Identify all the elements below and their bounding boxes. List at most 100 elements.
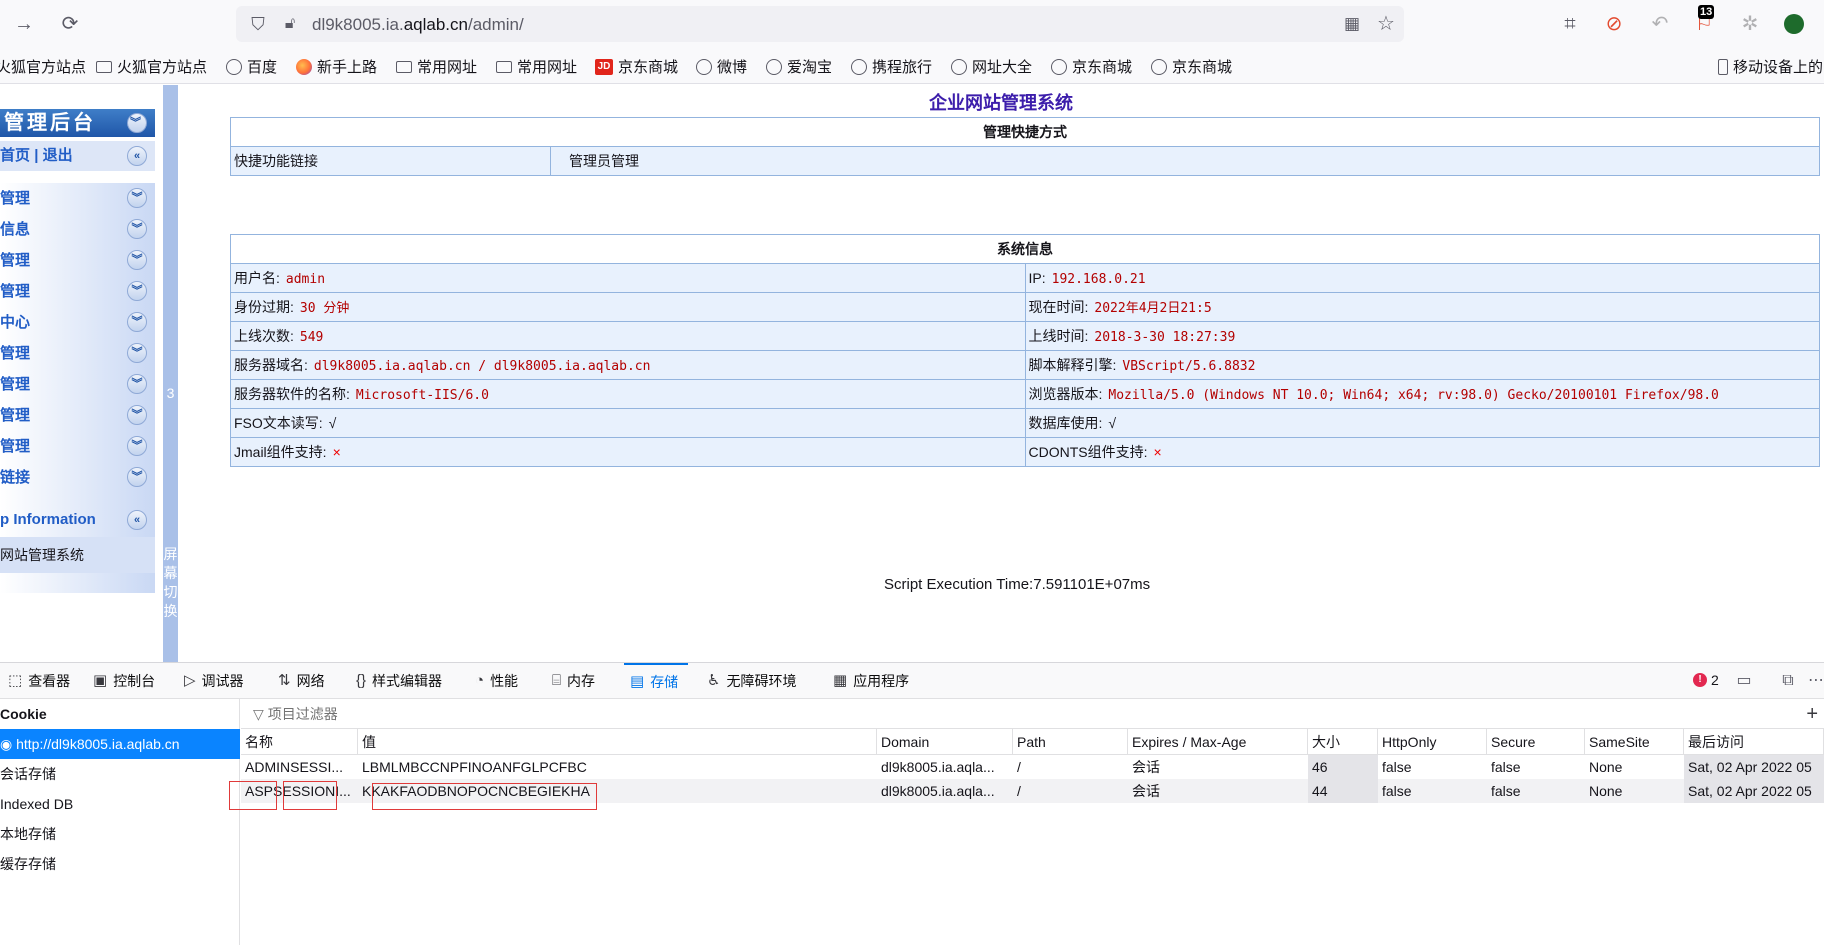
sidebar-menu-item[interactable]: 信息 ︾ [0,214,155,245]
logout-link[interactable]: 退出 [43,147,73,164]
filter-input[interactable]: 项目过滤器 [268,706,338,722]
bookmark-item[interactable]: 爱淘宝 [766,56,832,77]
bookmark-item[interactable]: 携程旅行 [851,56,932,77]
column-header[interactable]: Secure [1487,729,1585,755]
table-row[interactable]: ADMINSESSI... LBMLMBCCNPFINOANFGLPCFBC dl9… [241,755,1824,779]
devtools-tab[interactable]: ⇅ 网络 [278,663,325,699]
collapse-left-icon[interactable]: « [127,510,147,530]
sidebar-menu-item[interactable]: 管理 ︾ [0,183,155,214]
sidebar-menu-item[interactable]: 管理 ︾ [0,276,155,307]
devtools-tab[interactable]: ⌸ 内存 [552,663,595,699]
bookmark-item[interactable]: 常用网址 [396,56,477,77]
dock-icon[interactable]: ⧉ [1776,669,1800,693]
add-item-icon[interactable]: + [1806,699,1818,729]
column-header[interactable]: Path [1013,729,1128,755]
bookmark-item[interactable]: 新手上路 [296,56,377,77]
bookmark-item[interactable]: 京东商城 [1151,56,1232,77]
collapse-icon[interactable]: ︾ [127,113,147,133]
tree-item[interactable]: 本地存储 [0,819,240,849]
frame-splitter[interactable]: 3 屏 幕 切 换 [163,85,178,662]
devtools-tab[interactable]: ◔ 性能 [475,663,518,699]
sidebar-menu-item[interactable]: 链接 ︾ [0,462,155,493]
column-header[interactable]: 最后访问 [1684,729,1824,755]
admin-manage-link[interactable]: 管理员管理 [550,146,1820,176]
expand-icon[interactable]: ︾ [127,312,147,332]
error-counter[interactable]: ! 2 [1693,672,1719,688]
sidebar-quicklinks: 首页 | 退出 « [0,141,155,171]
reload-icon[interactable]: ⟳ [58,12,82,36]
sidebar-menu-item[interactable]: 管理 ︾ [0,431,155,462]
column-header[interactable]: Domain [877,729,1013,755]
page-content: 管理后台 ︾ 首页 | 退出 « 管理 ︾ 信息 ︾ 管理 ︾ 管理 ︾ 中心 ︾ 管理 ︾ 管理 ︾ 管理 ︾… [0,85,1824,662]
devtools-tab[interactable]: ♿︎ 无障碍环境 [707,663,796,699]
url-bar[interactable]: ⛉ 🔓︎ dl9k8005.ia.aqlab.cn/admin/ ▦ ☆ [236,6,1404,42]
expand-icon[interactable]: ︾ [127,250,147,270]
column-header[interactable]: HttpOnly [1378,729,1487,755]
expand-icon[interactable]: ︾ [127,405,147,425]
column-header[interactable]: 值 [358,729,877,755]
expand-icon[interactable]: ︾ [127,219,147,239]
devtools-tabs: ⬚ 查看器 ▣ 控制台 ▷ 调试器 ⇅ 网络 {} 样式编辑器 ◔ 性能 ⌸ 内存 ▤ 存储 ♿︎ 无障碍环境 ▦ 应… [0,663,1824,699]
shield-icon[interactable]: ⛉ [246,12,270,36]
bookmark-item[interactable]: 百度 [226,56,277,77]
bookmark-item[interactable]: 火狐官方站点 [0,56,86,77]
more-options-icon[interactable]: ⋯ [1804,669,1824,693]
column-header[interactable]: SameSite [1585,729,1684,755]
tree-item[interactable]: ◉ http://dl9k8005.ia.aqlab.cn [0,729,240,759]
devtools-tab[interactable]: {} 样式编辑器 [356,663,442,699]
bookmark-item[interactable]: 网址大全 [951,56,1032,77]
tree-item[interactable]: 会话存储 [0,759,240,789]
expand-icon[interactable]: ︾ [127,281,147,301]
sidebar-menu-item[interactable]: 管理 ︾ [0,369,155,400]
collapse-left-icon[interactable]: « [127,146,147,166]
mobile-bookmarks[interactable]: 移动设备上的 [1718,56,1823,77]
sidebar-menu-item[interactable]: 管理 ︾ [0,400,155,431]
column-header[interactable]: 名称 [241,729,358,755]
filter-bar[interactable]: ▽ 项目过滤器 + [241,699,1824,729]
crop-icon[interactable]: ⌗ [1558,12,1582,36]
profile-avatar-icon[interactable] [1782,12,1806,36]
devtools-tab[interactable]: ▤ 存储 [624,663,689,699]
url-path: /admin/ [467,15,524,34]
split-console-icon[interactable]: ▭ [1732,669,1756,693]
home-link[interactable]: 首页 [0,147,30,164]
forward-icon[interactable]: → [12,12,36,36]
bookmark-label: 携程旅行 [872,59,933,76]
insecure-lock-icon[interactable]: 🔓︎ [278,12,302,36]
expand-icon[interactable]: ︾ [127,467,147,487]
column-header[interactable]: Expires / Max-Age [1128,729,1308,755]
splitter-label: 屏 幕 切 换 [163,545,178,621]
sidebar-menu-item[interactable]: 管理 ︾ [0,245,155,276]
tree-item[interactable]: 缓存存储 [0,849,240,879]
blocked-icon[interactable]: ⊘ [1602,12,1626,36]
devtools-tab[interactable]: ⬚ 查看器 [8,663,70,699]
sidebar-menu-label: 管理 [0,376,31,393]
url-text[interactable]: dl9k8005.ia.aqlab.cn/admin/ [312,15,524,35]
qrcode-icon[interactable]: ▦ [1340,12,1364,36]
bookmark-star-icon[interactable]: ☆ [1374,12,1398,36]
devtools-tab[interactable]: ▦ 应用程序 [833,663,909,699]
devtools-tab[interactable]: ▷ 调试器 [184,663,244,699]
jd-icon: JD [595,58,613,75]
sidebar-menu-item[interactable]: 管理 ︾ [0,338,155,369]
expand-icon[interactable]: ︾ [127,374,147,394]
splitter-char: 幕 [163,565,178,581]
devtools-tab[interactable]: ▣ 控制台 [93,663,155,699]
bookmark-item[interactable]: 火狐官方站点 [96,56,207,77]
bookmark-item[interactable]: 常用网址 [496,56,577,77]
bookmark-item[interactable]: 微博 [696,56,747,77]
tree-item[interactable]: Indexed DB [0,789,240,819]
puzzle-icon[interactable]: ✲ [1738,12,1762,36]
expand-icon[interactable]: ︾ [127,343,147,363]
bookmark-item[interactable]: 京东商城 [1051,56,1132,77]
sidebar-menu-item[interactable]: 中心 ︾ [0,307,155,338]
sysinfo-label: 上线次数: [234,328,294,344]
tree-cookie-group[interactable]: Cookie [0,699,240,729]
expand-icon[interactable]: ︾ [127,188,147,208]
column-header[interactable]: 大小 [1308,729,1378,755]
undo-icon[interactable]: ↶ [1648,12,1672,36]
page-title-text: 企业网站管理系统 [929,93,1073,113]
expand-icon[interactable]: ︾ [127,436,147,456]
sysinfo-cell: 现在时间: 2022年4月2日21:5 [1024,292,1820,322]
bookmark-item[interactable]: JD 京东商城 [595,56,678,77]
